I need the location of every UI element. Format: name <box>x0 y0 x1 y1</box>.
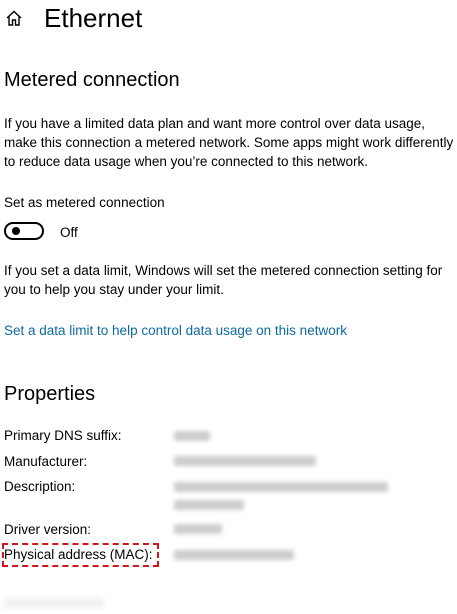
prop-label-manufacturer: Manufacturer: <box>4 454 88 469</box>
page-title: Ethernet <box>44 3 143 33</box>
metered-connection-heading: Metered connection <box>4 69 180 91</box>
properties-heading: Properties <box>4 383 96 405</box>
metered-description: If you have a limited data plan and want… <box>4 116 454 169</box>
redacted-manufacturer <box>174 456 316 466</box>
redacted-description-line-1 <box>174 482 388 492</box>
home-icon-graphic <box>6 10 22 26</box>
redacted-description-line-2 <box>174 500 244 510</box>
metered-toggle-state: Off <box>60 225 78 240</box>
set-data-limit-link[interactable]: Set a data limit to help control data us… <box>4 322 347 340</box>
prop-label-description: Description: <box>4 479 76 494</box>
mac-address-highlight-box <box>2 543 159 567</box>
redacted-mac-address <box>174 550 294 560</box>
prop-label-driver-version: Driver version: <box>4 522 92 537</box>
redacted-driver-version <box>174 524 222 534</box>
cut-off-row <box>4 598 104 608</box>
redacted-dns-suffix <box>174 431 210 441</box>
prop-label-dns-suffix: Primary DNS suffix: <box>4 428 122 443</box>
metered-toggle-label: Set as metered connection <box>4 195 165 210</box>
header: Ethernet <box>0 0 457 36</box>
data-limit-note: If you set a data limit, Windows will se… <box>4 263 443 297</box>
metered-toggle[interactable] <box>4 222 44 240</box>
toggle-knob <box>12 227 20 235</box>
home-icon[interactable] <box>5 9 23 27</box>
